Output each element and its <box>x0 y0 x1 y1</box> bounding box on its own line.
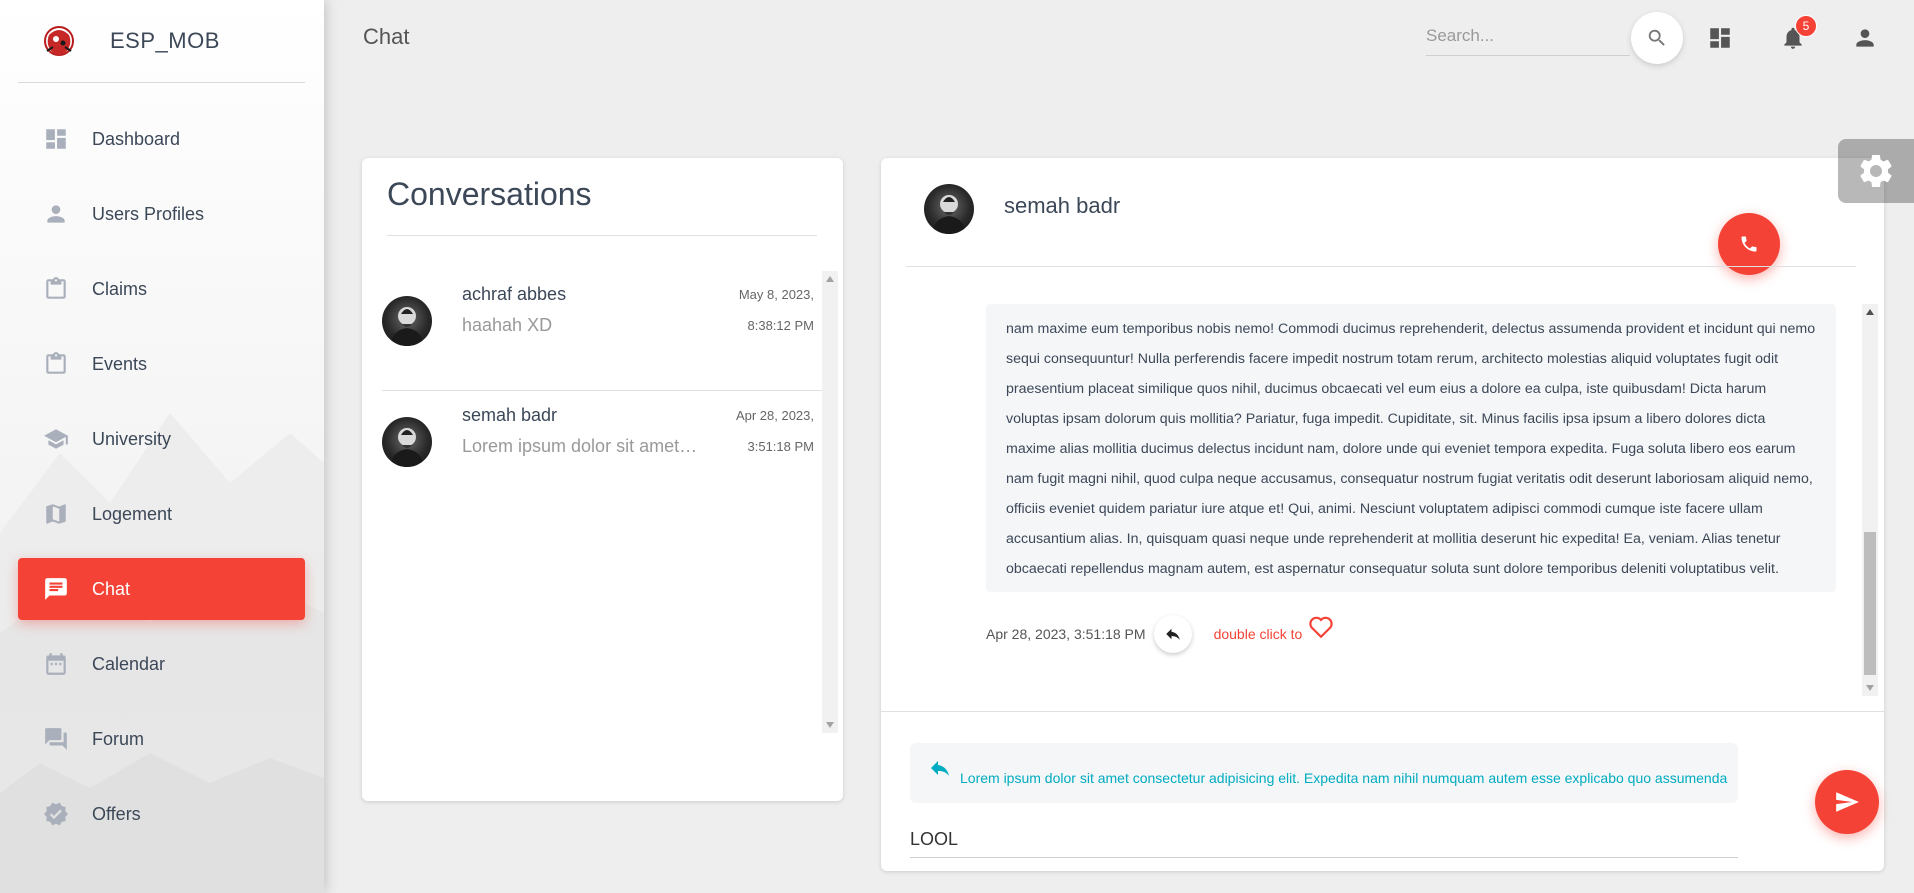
scrollbar-thumb[interactable] <box>1864 532 1876 675</box>
conversation-preview: haahah XD <box>462 315 553 335</box>
divider <box>881 711 1884 712</box>
search-input[interactable] <box>1426 18 1630 54</box>
conversation-item[interactable]: semah badr Lorem ipsum dolor sit amet co… <box>382 392 822 512</box>
sidebar-item-chat[interactable]: Chat <box>18 558 305 620</box>
heart-icon[interactable] <box>1308 615 1334 644</box>
person-icon <box>42 200 70 228</box>
dashboard-icon <box>1710 28 1730 48</box>
settings-button[interactable] <box>1838 139 1914 203</box>
message-list: nam maxime eum temporibus nobis nemo! Co… <box>906 304 1864 696</box>
sidebar-item-label: Dashboard <box>92 128 181 149</box>
profile-button[interactable] <box>1847 20 1883 56</box>
conversation-time: 8:38:12 PM <box>747 318 815 333</box>
verified-icon <box>42 800 70 828</box>
search-field[interactable] <box>1426 18 1630 56</box>
sidebar-item-users-profiles[interactable]: Users Profiles <box>18 183 305 245</box>
divider <box>906 266 1856 267</box>
scroll-up-icon[interactable] <box>1862 304 1878 320</box>
message-field[interactable] <box>910 822 1738 858</box>
message-timestamp: Apr 28, 2023, 3:51:18 PM <box>986 626 1146 642</box>
send-icon <box>1836 792 1859 812</box>
conversation-item[interactable]: achraf abbes haahah XD May 8, 2023, 8:38… <box>382 271 822 391</box>
phone-icon <box>1741 236 1757 252</box>
conversation-name: achraf abbes <box>462 284 567 304</box>
search-button[interactable] <box>1631 12 1683 64</box>
sidebar-item-logement[interactable]: Logement <box>18 483 305 545</box>
sidebar-nav: Dashboard Users Profiles Claims Events U… <box>18 108 305 858</box>
brand-logo-icon <box>38 20 80 62</box>
sidebar-item-label: Offers <box>92 803 141 824</box>
like-hint: double click to <box>1213 626 1303 642</box>
sidebar: ESP_MOB Dashboard Users Profiles Claims … <box>0 0 324 893</box>
sidebar-item-label: Logement <box>92 503 173 524</box>
reply-icon <box>1165 628 1180 640</box>
sidebar-item-label: Forum <box>92 728 145 749</box>
conversations-title: Conversations <box>387 176 592 212</box>
gear-icon <box>1860 155 1892 187</box>
dashboard-button[interactable] <box>1702 20 1738 56</box>
sidebar-item-offers[interactable]: Offers <box>18 783 305 845</box>
calendar-icon <box>42 650 70 678</box>
reply-preview: Lorem ipsum dolor sit amet consectetur a… <box>910 743 1738 803</box>
sidebar-item-calendar[interactable]: Calendar <box>18 633 305 695</box>
avatar <box>382 296 432 346</box>
dashboard-icon <box>42 125 70 153</box>
conversations-card: Conversations achraf abbes haahah XD May… <box>362 158 843 801</box>
scroll-up-icon[interactable] <box>822 271 838 287</box>
conversation-date: Apr 28, 2023, <box>735 408 814 423</box>
scroll-down-icon[interactable] <box>822 717 838 733</box>
divider <box>387 235 817 236</box>
conversation-preview: Lorem ipsum dolor sit amet consectetur a… <box>462 436 700 456</box>
sidebar-item-university[interactable]: University <box>18 408 305 470</box>
conversation-time: 3:51:18 PM <box>747 439 815 454</box>
avatar <box>382 417 432 467</box>
scroll-down-icon[interactable] <box>1862 680 1878 696</box>
sidebar-item-label: Claims <box>92 278 148 299</box>
clipboard-icon <box>42 275 70 303</box>
reply-icon <box>931 761 949 776</box>
sidebar-item-claims[interactable]: Claims <box>18 258 305 320</box>
notification-badge: 5 <box>1795 15 1817 37</box>
sidebar-item-events[interactable]: Events <box>18 333 305 395</box>
message-meta: Apr 28, 2023, 3:51:18 PM double click to <box>986 614 1334 654</box>
sidebar-item-label: Users Profiles <box>92 203 205 224</box>
search-icon <box>1648 29 1665 46</box>
contact-avatar <box>924 184 974 234</box>
sidebar-item-label: Calendar <box>92 653 166 674</box>
message-input[interactable] <box>910 822 1738 856</box>
page-title: Chat <box>363 24 410 49</box>
brand-name: ESP_MOB <box>110 28 220 53</box>
chat-icon <box>42 575 70 603</box>
map-icon <box>42 500 70 528</box>
send-button[interactable] <box>1815 770 1879 834</box>
reply-preview-text: Lorem ipsum dolor sit amet consectetur a… <box>960 770 1728 786</box>
school-icon <box>42 425 70 453</box>
message-bubble: nam maxime eum temporibus nobis nemo! Co… <box>986 304 1836 592</box>
notifications-button[interactable]: 5 <box>1775 15 1817 56</box>
sidebar-item-dashboard[interactable]: Dashboard <box>18 108 305 170</box>
forum-icon <box>42 725 70 753</box>
sidebar-item-label: Chat <box>92 578 131 599</box>
sidebar-item-forum[interactable]: Forum <box>18 708 305 770</box>
chat-contact-name: semah badr <box>1004 193 1121 218</box>
reply-button[interactable] <box>1153 615 1192 653</box>
sidebar-item-label: Events <box>92 353 148 374</box>
person-icon <box>1856 29 1874 47</box>
conversation-date: May 8, 2023, <box>738 287 814 302</box>
sidebar-item-label: University <box>92 428 172 449</box>
chat-card: semah badr nam maxime eum temporibus nob… <box>881 158 1884 871</box>
messages-scrollbar[interactable] <box>1862 304 1878 696</box>
conversation-name: semah badr <box>462 405 558 425</box>
clipboard-icon <box>42 350 70 378</box>
conversations-scrollbar[interactable] <box>822 271 838 733</box>
brand[interactable]: ESP_MOB <box>18 0 305 83</box>
